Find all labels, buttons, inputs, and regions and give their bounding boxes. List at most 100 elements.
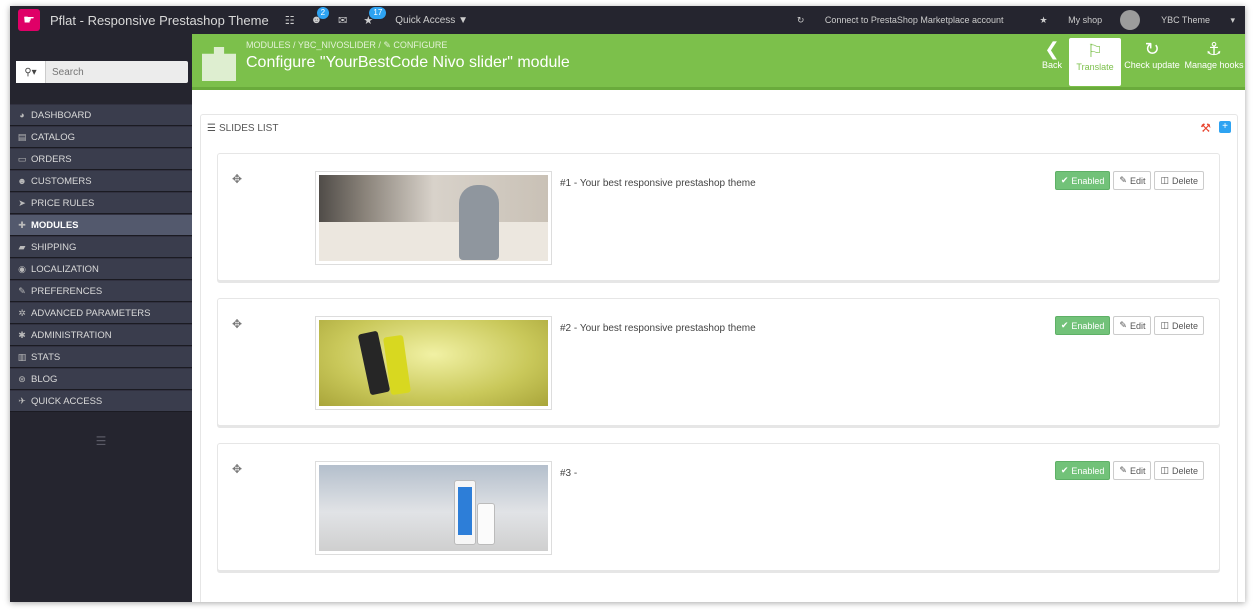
translate-button[interactable]: ⚐ Translate [1069, 38, 1121, 86]
search-box: ⚲ ▾ [16, 61, 188, 83]
enabled-button[interactable]: ✔ Enabled [1054, 316, 1111, 335]
slide-image-phones-sky [319, 465, 548, 551]
avatar[interactable] [1120, 10, 1141, 30]
breadcrumb[interactable]: MODULES / YBC_NIVOSLIDER / ✎ CONFIGURE [246, 40, 447, 51]
slide-image-phones-yellow [319, 320, 548, 406]
my-shop-link[interactable]: ★ My shop [1021, 15, 1102, 26]
sidebar-item-label: ADVANCED PARAMETERS [31, 307, 151, 319]
sidebar-item-label: QUICK ACCESS [31, 395, 103, 407]
puzzle-icon: ✚ [18, 219, 26, 230]
sidebar-item-advanced-parameters[interactable]: ✲ ADVANCED PARAMETERS [10, 302, 192, 324]
delete-label: Delete [1171, 320, 1198, 331]
trash-icon: ◫ [1160, 175, 1169, 185]
sidebar-item-label: CUSTOMERS [31, 175, 92, 187]
slide-item: ✥ #3 - ✔ Enabled ✎ Edit ◫ Delete [217, 443, 1220, 571]
sidebar-item-price-rules[interactable]: ➤ PRICE RULES [10, 192, 192, 214]
arrow-circle-left-icon: ❮ [1044, 39, 1060, 59]
envelope-icon[interactable]: ✉ [338, 14, 347, 27]
user-menu[interactable]: YBC Theme ▾ [1143, 15, 1235, 26]
sidebar-item-customers[interactable]: ☻ CUSTOMERS [10, 170, 192, 192]
dashboard-icon: ◕ [19, 110, 25, 120]
edit-button[interactable]: ✎ Edit [1113, 316, 1152, 335]
move-icon[interactable]: ✥ [232, 462, 242, 476]
orders-notification-icon[interactable]: ★ 17 [363, 6, 387, 27]
edit-icon: ✎ [1119, 320, 1127, 330]
edit-label: Edit [1129, 320, 1146, 331]
sidebar-item-preferences[interactable]: ✎ PREFERENCES [10, 280, 192, 302]
slide-thumbnail [315, 171, 552, 265]
trash-icon: ◫ [1160, 320, 1169, 330]
slide-actions: ✔ Enabled ✎ Edit ◫ Delete [1052, 461, 1204, 480]
enabled-label: Enabled [1071, 465, 1105, 476]
sidebar-item-label: LOCALIZATION [31, 263, 99, 275]
marketplace-link[interactable]: ↻ Connect to PrestaShop Marketplace acco… [779, 15, 1004, 26]
truck-icon: ▰ [18, 241, 26, 252]
prestashop-logo-icon[interactable]: ☛ [18, 9, 40, 31]
wrench-icon[interactable]: ⚒ [1200, 121, 1211, 135]
refresh-icon: ↻ [1144, 39, 1160, 59]
sidebar-item-administration[interactable]: ✱ ADMINISTRATION [10, 324, 192, 346]
sidebar-item-orders[interactable]: ▭ ORDERS [10, 148, 192, 170]
quick-access-label: Quick Access [395, 14, 456, 26]
slide-actions: ✔ Enabled ✎ Edit ◫ Delete [1052, 316, 1204, 335]
sidebar-item-stats[interactable]: ▥ STATS [10, 346, 192, 368]
enabled-label: Enabled [1071, 175, 1105, 186]
edit-icon: ✎ [1119, 465, 1127, 475]
cart-icon[interactable]: ☷ [285, 14, 295, 27]
panel-tools: ⚒ + [1200, 121, 1237, 135]
trash-icon: ◫ [1160, 465, 1169, 475]
sidebar-item-localization[interactable]: ◉ LOCALIZATION [10, 258, 192, 280]
search-type-dropdown[interactable]: ⚲ ▾ [16, 61, 46, 83]
move-icon[interactable]: ✥ [232, 172, 242, 186]
delete-label: Delete [1171, 465, 1198, 476]
marketplace-label: Connect to PrestaShop Marketplace accoun… [824, 14, 1004, 25]
sync-icon: ↻ [796, 14, 805, 25]
sidebar-item-label: CATALOG [31, 131, 75, 143]
translate-label: Translate [1076, 62, 1114, 72]
delete-button[interactable]: ◫ Delete [1154, 461, 1204, 480]
slides-panel: ☰ SLIDES LIST ⚒ + ✥ #1 - Your best respo… [200, 114, 1238, 602]
delete-label: Delete [1171, 175, 1198, 186]
sidebar-item-shipping[interactable]: ▰ SHIPPING [10, 236, 192, 258]
collapse-menu-icon[interactable]: ☰ [10, 434, 192, 448]
top-right-menu: ↻ Connect to PrestaShop Marketplace acco… [761, 10, 1245, 30]
slide-title: #2 - Your best responsive prestashop the… [560, 323, 756, 334]
delete-button[interactable]: ◫ Delete [1154, 316, 1204, 335]
sidebar-item-modules[interactable]: ✚ MODULES [10, 214, 192, 236]
quick-access-dropdown[interactable]: Quick Access ▼ [395, 15, 468, 26]
slide-title: #1 - Your best responsive prestashop the… [560, 178, 756, 189]
globe-icon: ◉ [18, 263, 26, 274]
customers-badge: 2 [316, 7, 330, 19]
sidebar-item-catalog[interactable]: ▤ CATALOG [10, 126, 192, 148]
delete-button[interactable]: ◫ Delete [1154, 171, 1204, 190]
enabled-button[interactable]: ✔ Enabled [1054, 461, 1111, 480]
slide-image-man-with-tablet [319, 175, 548, 261]
slide-thumbnail [315, 316, 552, 410]
search-input[interactable] [46, 62, 186, 82]
sidebar-item-label: MODULES [31, 219, 79, 231]
caret-down-icon: ▼ [458, 14, 468, 26]
manage-hooks-button[interactable]: ⚓ Manage hooks [1183, 38, 1245, 86]
edit-button[interactable]: ✎ Edit [1113, 171, 1152, 190]
back-button[interactable]: ❮ Back [1035, 38, 1069, 86]
app-title[interactable]: Pflat - Responsive Prestashop Theme [50, 13, 269, 28]
enabled-label: Enabled [1071, 320, 1105, 331]
sidebar-item-label: PRICE RULES [31, 197, 95, 209]
sidebar-item-quick-access[interactable]: ✈ QUICK ACCESS [10, 390, 192, 412]
sidebar-item-dashboard[interactable]: ◕ DASHBOARD [10, 104, 192, 126]
add-slide-icon[interactable]: + [1219, 121, 1231, 133]
puzzle-icon [202, 47, 236, 81]
enabled-button[interactable]: ✔ Enabled [1054, 171, 1111, 190]
move-icon[interactable]: ✥ [232, 317, 242, 331]
slide-item: ✥ #2 - Your best responsive prestashop t… [217, 298, 1220, 426]
customers-notification-icon[interactable]: ☻ 2 [311, 7, 330, 26]
toolbar: ❮ Back ⚐ Translate ↻ Check update ⚓ Manage h… [1035, 38, 1245, 86]
sidebar-item-blog[interactable]: ⊛ BLOG [10, 368, 192, 390]
users-icon: ☻ [17, 176, 27, 186]
panel-heading-label: SLIDES LIST [218, 122, 279, 134]
check-update-button[interactable]: ↻ Check update [1121, 38, 1183, 86]
link-icon: ✈ [18, 395, 26, 406]
edit-button[interactable]: ✎ Edit [1113, 461, 1152, 480]
search-area: ⚲ ▾ [10, 34, 192, 104]
sidebar-item-label: DASHBOARD [31, 109, 92, 121]
